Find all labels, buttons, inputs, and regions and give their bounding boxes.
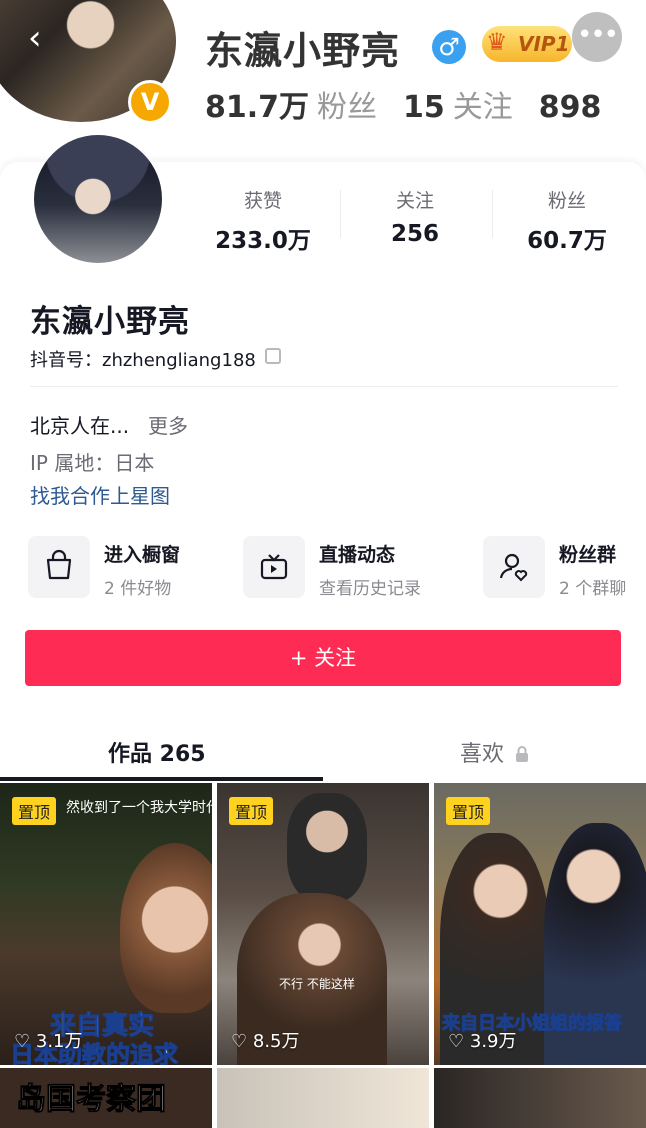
weibo-followers-count[interactable]: 81.7万: [205, 90, 309, 125]
bio-text: 北京人在...: [30, 414, 130, 438]
video-image: [120, 843, 212, 1013]
pinned-badge: 置顶: [12, 797, 57, 825]
pinned-badge: 置顶: [446, 797, 491, 825]
video-likes-count: 3.1万: [35, 1031, 83, 1052]
video-thumbnail[interactable]: 置顶 不行 不能这样 ♡ 8.5万: [217, 783, 429, 1065]
entry-title: 直播动态: [319, 544, 396, 566]
stat-label: 关注: [395, 190, 434, 212]
heart-icon: ♡: [14, 1031, 31, 1052]
douyin-id: 抖音号：zhzhengliang188: [30, 350, 256, 371]
tab-likes[interactable]: 喜欢: [460, 736, 529, 768]
entry-title: 粉丝群: [559, 544, 617, 566]
weibo-username: 东瀛小野亮: [205, 29, 401, 73]
video-subtitle: 不行 不能这样: [279, 977, 355, 991]
star-map-link[interactable]: 找我合作上星图: [30, 480, 170, 509]
tab-likes-label: 喜欢: [460, 742, 505, 767]
stat-value: 233.0万: [215, 228, 311, 254]
crown-icon: ♛: [486, 28, 508, 56]
weibo-following-count[interactable]: 15: [403, 90, 445, 125]
heart-icon: ♡: [448, 1031, 465, 1052]
copy-icon[interactable]: [265, 348, 281, 364]
lock-icon: [516, 746, 529, 762]
ip-location: IP 属地：日本: [30, 451, 155, 475]
stat-label: 获赞: [243, 190, 282, 212]
entry-subtitle: 查看历史记录: [319, 579, 421, 599]
stat-followers[interactable]: 粉丝 60.7万: [492, 186, 642, 255]
entry-subtitle: 2 个群聊: [559, 579, 627, 599]
video-likes: ♡ 3.9万: [448, 1027, 517, 1053]
video-likes-count: 8.5万: [252, 1031, 300, 1052]
entry-fan-group[interactable]: 粉丝群 2 个群聊: [483, 536, 646, 600]
divider: [30, 386, 618, 387]
weibo-following-label: 关注: [452, 90, 513, 125]
stat-following[interactable]: 关注 256: [340, 186, 490, 247]
fan-group-icon: [483, 536, 545, 598]
tab-works[interactable]: 作品 265: [108, 736, 206, 768]
entry-showcase[interactable]: 进入橱窗 2 件好物: [28, 536, 238, 600]
pinned-badge: 置顶: [229, 797, 274, 825]
more-options-icon[interactable]: •••: [572, 12, 622, 62]
entry-title: 进入橱窗: [104, 544, 181, 566]
douyin-avatar[interactable]: [34, 135, 162, 263]
shopping-bag-icon: [28, 536, 90, 598]
video-caption: 岛国考察团: [16, 1082, 167, 1118]
verified-badge: V: [128, 80, 172, 124]
entry-subtitle: 2 件好物: [104, 579, 172, 599]
video-thumbnail[interactable]: [217, 1068, 429, 1128]
video-likes-count: 3.9万: [469, 1031, 517, 1052]
video-thumbnail[interactable]: 置顶 来自日本小姐姐的报答 ♡ 3.9万: [434, 783, 646, 1065]
weibo-stats: 81.7万 粉丝 15 关注 898: [205, 82, 601, 126]
weibo-posts-count[interactable]: 898: [539, 90, 602, 125]
tab-active-indicator: [0, 777, 323, 781]
video-thumbnail[interactable]: [434, 1068, 646, 1128]
back-icon[interactable]: ‹: [28, 18, 68, 58]
heart-icon: ♡: [231, 1031, 248, 1052]
stat-likes[interactable]: 获赞 233.0万: [188, 186, 338, 255]
video-top-text: 然收到了一个我大学时代: [66, 800, 212, 816]
follow-button[interactable]: + 关注: [25, 630, 621, 686]
stat-value: 60.7万: [527, 228, 607, 254]
video-thumbnail[interactable]: 置顶 然收到了一个我大学时代 来自真实 日本助教的追求 ♡ 3.1万: [0, 783, 212, 1065]
video-image: [287, 793, 367, 903]
entry-live[interactable]: 直播动态 查看历史记录: [243, 536, 478, 600]
douyin-username: 东瀛小野亮: [30, 304, 190, 340]
video-likes: ♡ 8.5万: [231, 1027, 300, 1053]
weibo-followers-label: 粉丝: [317, 90, 378, 125]
video-thumbnail[interactable]: 岛国考察团: [0, 1068, 212, 1128]
tv-icon: [243, 536, 305, 598]
male-gender-icon: ♂: [432, 30, 466, 64]
video-likes: ♡ 3.1万: [14, 1027, 83, 1053]
bio-more-link[interactable]: 更多: [148, 410, 188, 439]
stat-value: 256: [390, 221, 439, 247]
stat-label: 粉丝: [547, 190, 586, 212]
